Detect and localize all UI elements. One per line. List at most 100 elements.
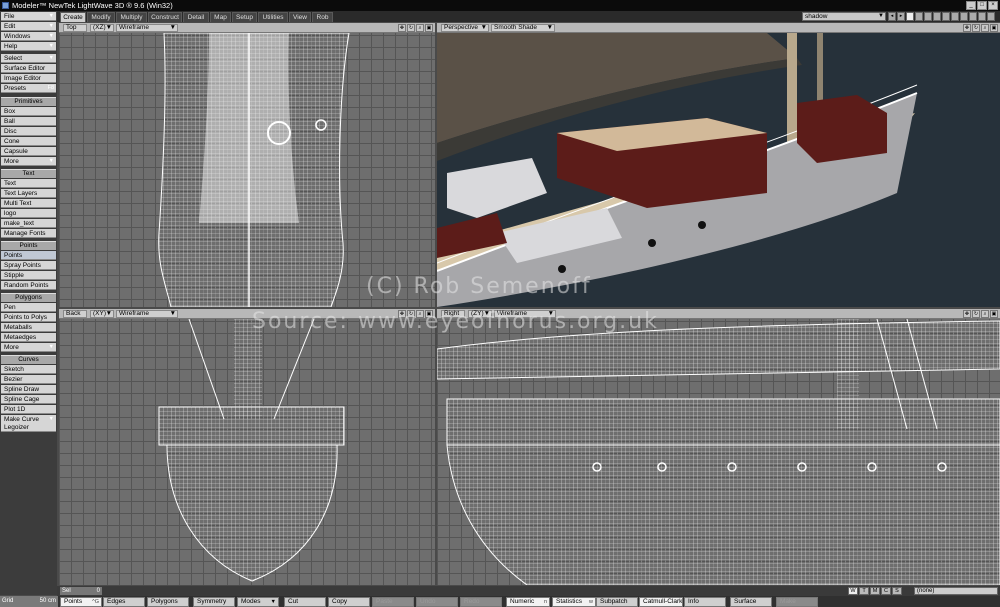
spline-draw-button[interactable]: Spline Draw [1, 385, 56, 394]
select-menu[interactable]: Select ▼ [1, 54, 56, 63]
move-view-icon[interactable]: ✥ [963, 310, 971, 318]
polygons-more-button[interactable]: More ▼ [1, 343, 56, 352]
paste-button[interactable]: Paste [372, 597, 414, 607]
capsule-button[interactable]: Capsule [1, 147, 56, 156]
sketch-button[interactable]: Sketch [1, 365, 56, 374]
rotate-view-icon[interactable]: ↻ [972, 310, 980, 318]
plot-1d-button[interactable]: Plot 1D [1, 405, 56, 414]
ball-button[interactable]: Ball [1, 117, 56, 126]
sketch-toggle[interactable]: S [892, 587, 902, 595]
multi-text-button[interactable]: Multi Text [1, 199, 56, 208]
random-points-button[interactable]: Random Points [1, 281, 56, 290]
tab-multiply[interactable]: Multiply [116, 12, 147, 22]
image-editor-button[interactable]: Image Editor [1, 74, 56, 83]
zoom-view-icon[interactable]: ⌕ [416, 24, 424, 32]
tab-view[interactable]: View [289, 12, 311, 22]
numeric-button[interactable]: Numeric n [506, 597, 550, 607]
view-type-select[interactable]: Back [63, 310, 87, 318]
file-menu[interactable]: File ▼ [1, 12, 56, 21]
make-button[interactable]: Make [776, 597, 818, 607]
tab-setup[interactable]: Setup [232, 12, 257, 22]
tab-construct[interactable]: Construct [148, 12, 182, 22]
windows-menu[interactable]: Windows ▼ [1, 32, 56, 41]
redo-button[interactable]: Redo [460, 597, 502, 607]
layer-4-icon[interactable] [933, 12, 941, 21]
edit-menu[interactable]: Edit ▼ [1, 22, 56, 31]
info-button[interactable]: Info [684, 597, 726, 607]
move-view-icon[interactable]: ✥ [963, 24, 971, 32]
points-to-polys-button[interactable]: Points to Polys [1, 313, 56, 322]
texture-toggle[interactable]: T [859, 587, 869, 595]
close-icon[interactable]: × [988, 1, 998, 10]
box-button[interactable]: Box [1, 107, 56, 116]
symmetry-toggle[interactable]: Symmetry [193, 597, 235, 607]
edges-mode-button[interactable]: Edges [103, 597, 145, 607]
undo-button[interactable]: Undo [416, 597, 458, 607]
minimize-icon[interactable]: _ [966, 1, 976, 10]
wireframe-toggle[interactable]: W [848, 587, 858, 595]
color-toggle[interactable]: C [881, 587, 891, 595]
spline-cage-button[interactable]: Spline Cage [1, 395, 56, 404]
tab-detail[interactable]: Detail [183, 12, 209, 22]
help-menu[interactable]: Help ▼ [1, 42, 56, 51]
make-text-button[interactable]: make_text [1, 219, 56, 228]
layer-1-icon[interactable] [906, 12, 914, 21]
presets-button[interactable]: Presets F8 [1, 84, 56, 93]
polygons-mode-button[interactable]: Polygons [147, 597, 189, 607]
stipple-button[interactable]: Stipple [1, 271, 56, 280]
viewport-back[interactable]: Back (XY) ▼ Wireframe ▼ ✥ ↻ ⌕ ▣ [59, 309, 435, 585]
metaballs-button[interactable]: Metaballs [1, 323, 56, 332]
cone-button[interactable]: Cone [1, 137, 56, 146]
layer-select[interactable]: shadow ▼ [802, 12, 886, 21]
next-layer-icon[interactable]: ▸ [897, 12, 905, 21]
modes-menu[interactable]: Modes ▼ [237, 597, 279, 607]
copy-button[interactable]: Copy [328, 597, 370, 607]
viewport-right[interactable]: Right (ZY) ▼ Wireframe ▼ ✥ ↻ ⌕ ▣ [437, 309, 1000, 585]
logo-button[interactable]: logo [1, 209, 56, 218]
manage-fonts-button[interactable]: Manage Fonts [1, 229, 56, 238]
metaedges-button[interactable]: Metaedges [1, 333, 56, 342]
tab-utilities[interactable]: Utilities [258, 12, 288, 22]
layer-8-icon[interactable] [969, 12, 977, 21]
primitives-more-button[interactable]: More ▼ [1, 157, 56, 166]
pen-button[interactable]: Pen [1, 303, 56, 312]
maximize-view-icon[interactable]: ▣ [990, 310, 998, 318]
points-button[interactable]: Points [1, 251, 56, 260]
rotate-view-icon[interactable]: ↻ [972, 24, 980, 32]
text-button[interactable]: Text [1, 179, 56, 188]
subpatch-button[interactable]: Subpatch [596, 597, 638, 607]
tab-create[interactable]: Create [60, 12, 86, 22]
render-mode-select[interactable]: Wireframe ▼ [116, 24, 178, 32]
move-view-icon[interactable]: ✥ [398, 24, 406, 32]
subpatch-type-select[interactable]: Catmull-Clark [639, 597, 683, 607]
vmap-select[interactable]: (none) [914, 587, 998, 595]
view-type-select[interactable]: Top [63, 24, 87, 32]
text-layers-button[interactable]: Text Layers [1, 189, 56, 198]
maximize-view-icon[interactable]: ▣ [425, 24, 433, 32]
zoom-view-icon[interactable]: ⌕ [981, 24, 989, 32]
legoizer-button[interactable]: Legoizer [1, 423, 56, 432]
render-mode-select[interactable]: Smooth Shade ▼ [491, 24, 555, 32]
viewport-top[interactable]: Top (XZ) ▼ Wireframe ▼ ✥ ↻ ⌕ ▣ [59, 23, 435, 307]
layer-6-icon[interactable] [951, 12, 959, 21]
disc-button[interactable]: Disc [1, 127, 56, 136]
layer-3-icon[interactable] [924, 12, 932, 21]
tab-map[interactable]: Map [210, 12, 231, 22]
render-mode-select[interactable]: Wireframe ▼ [116, 310, 178, 318]
layer-5-icon[interactable] [942, 12, 950, 21]
statistics-button[interactable]: Statistics w [552, 597, 596, 607]
zoom-view-icon[interactable]: ⌕ [981, 310, 989, 318]
layer-7-icon[interactable] [960, 12, 968, 21]
maximize-view-icon[interactable]: ▣ [990, 24, 998, 32]
spray-points-button[interactable]: Spray Points [1, 261, 56, 270]
surface-button[interactable]: Surface [730, 597, 772, 607]
layer-10-icon[interactable] [987, 12, 995, 21]
viewport-perspective[interactable]: Perspective ▼ Smooth Shade ▼ ✥ ↻ ⌕ ▣ [437, 23, 1000, 307]
points-mode-button[interactable]: Points ^G [60, 597, 102, 607]
surface-editor-button[interactable]: Surface Editor [1, 64, 56, 73]
axis-select[interactable]: (XZ) ▼ [90, 24, 114, 32]
layer-2-icon[interactable] [915, 12, 923, 21]
rotate-view-icon[interactable]: ↻ [407, 24, 415, 32]
tab-rob[interactable]: Rob [312, 12, 333, 22]
layer-9-icon[interactable] [978, 12, 986, 21]
